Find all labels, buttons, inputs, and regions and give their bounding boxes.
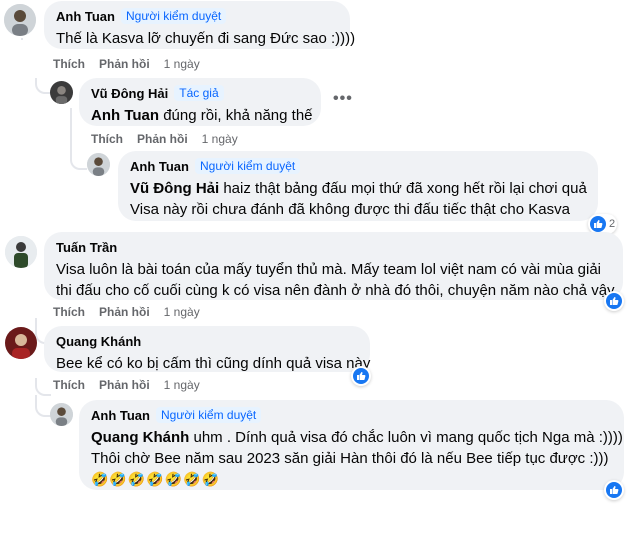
like-reaction-icon <box>590 216 606 232</box>
reaction-count[interactable]: 2 <box>588 214 618 234</box>
timestamp[interactable]: 1 ngày <box>164 57 200 71</box>
avatar[interactable] <box>87 153 110 176</box>
more-options-icon[interactable]: ••• <box>333 90 353 108</box>
thread-connector <box>35 78 51 94</box>
comment-author[interactable]: Anh Tuan <box>91 408 150 423</box>
avatar[interactable] <box>4 4 36 36</box>
reply-link[interactable]: Phản hồi <box>137 132 188 146</box>
avatar[interactable] <box>5 236 37 268</box>
reaction-count[interactable] <box>604 291 624 311</box>
avatar[interactable] <box>5 327 37 359</box>
timestamp[interactable]: 1 ngày <box>164 378 200 392</box>
comment-text-line: Visa này rồi chưa đánh đã không được thi… <box>130 201 570 218</box>
reply-link[interactable]: Phản hồi <box>99 57 150 71</box>
like-reaction-icon <box>606 293 622 309</box>
comment-actions: Thích Phản hồi 1 ngày <box>53 378 214 392</box>
mention[interactable]: Vũ Đông Hải <box>130 180 219 197</box>
comment-bubble: Anh Tuan Người kiểm duyệt Thế là Kasva lỡ… <box>44 1 356 49</box>
reaction-count[interactable] <box>604 480 624 500</box>
mention[interactable]: Quang Khánh <box>91 429 189 446</box>
comment-author[interactable]: Quang Khánh <box>56 334 141 349</box>
avatar[interactable] <box>50 81 73 104</box>
comment-actions: Thích Phản hồi 1 ngày <box>53 57 214 71</box>
comment-text-line: Visa luôn là bài toán của mấy tuyển thủ … <box>56 261 602 278</box>
mention[interactable]: Anh Tuan <box>91 107 159 124</box>
comment-text: đúng rồi, khả năng thế <box>163 107 313 124</box>
reaction-count-value: 2 <box>609 218 616 230</box>
comment-text-line: thi đấu cho cố cuối cùng k có visa nên đ… <box>56 282 615 299</box>
like-link[interactable]: Thích <box>53 57 85 71</box>
comment-text: Thế là Kasva lỡ chuyến đi sang Đức sao :… <box>56 30 356 47</box>
comment-actions: Thích Phản hồi 1 ngày <box>53 305 214 319</box>
like-link[interactable]: Thích <box>53 305 85 319</box>
like-reaction-icon <box>606 482 622 498</box>
moderator-badge: Người kiểm duyệt <box>194 158 301 174</box>
like-link[interactable]: Thích <box>53 378 85 392</box>
reply-link[interactable]: Phản hồi <box>99 305 150 319</box>
avatar[interactable] <box>50 403 73 426</box>
like-link[interactable]: Thích <box>91 132 123 146</box>
thread-connector <box>35 378 51 396</box>
emoji-line: 🤣🤣🤣🤣🤣🤣🤣 <box>91 471 221 487</box>
thread-line <box>21 38 23 40</box>
moderator-badge: Người kiểm duyệt <box>120 8 227 24</box>
comment-bubble: Anh Tuan Người kiểm duyệt Vũ Đông Hải hai… <box>118 151 598 221</box>
comment-bubble: Quang Khánh Bee kể có ko bị cấm thì cũng… <box>44 326 370 372</box>
comment-actions: Thích Phản hồi 1 ngày <box>91 132 252 146</box>
moderator-badge: Người kiểm duyệt <box>155 407 262 423</box>
comment-text-line: Thôi chờ Bee năm sau 2023 săn giải Hàn t… <box>91 450 609 467</box>
timestamp[interactable]: 1 ngày <box>202 132 238 146</box>
comment-author[interactable]: Anh Tuan <box>56 9 115 24</box>
comment-bubble: Anh Tuan Người kiểm duyệt Quang Khánh uhm… <box>79 400 624 490</box>
reply-link[interactable]: Phản hồi <box>99 378 150 392</box>
comment-text-line: uhm . Dính quả visa đó chắc luôn vì mang… <box>193 429 623 446</box>
comment-author[interactable]: Vũ Đông Hải <box>91 86 168 101</box>
comment-author[interactable]: Tuấn Trần <box>56 240 117 255</box>
comment-bubble: Vũ Đông Hải Tác giả Anh Tuan đúng rồi, kh… <box>79 78 321 126</box>
author-badge: Tác giả <box>174 85 224 101</box>
comment-text-line: haiz thật bảng đấu mọi thứ đã xong hết r… <box>223 180 587 197</box>
comment-bubble: Tuấn Trần Visa luôn là bài toán của mấy … <box>44 232 623 300</box>
comment-author[interactable]: Anh Tuan <box>130 159 189 174</box>
thread-connector <box>35 395 51 417</box>
comment-text: Bee kể có ko bị cấm thì cũng dính quả vi… <box>56 355 371 372</box>
like-reaction-icon <box>353 368 369 384</box>
reaction-count[interactable] <box>351 366 371 386</box>
timestamp[interactable]: 1 ngày <box>164 305 200 319</box>
